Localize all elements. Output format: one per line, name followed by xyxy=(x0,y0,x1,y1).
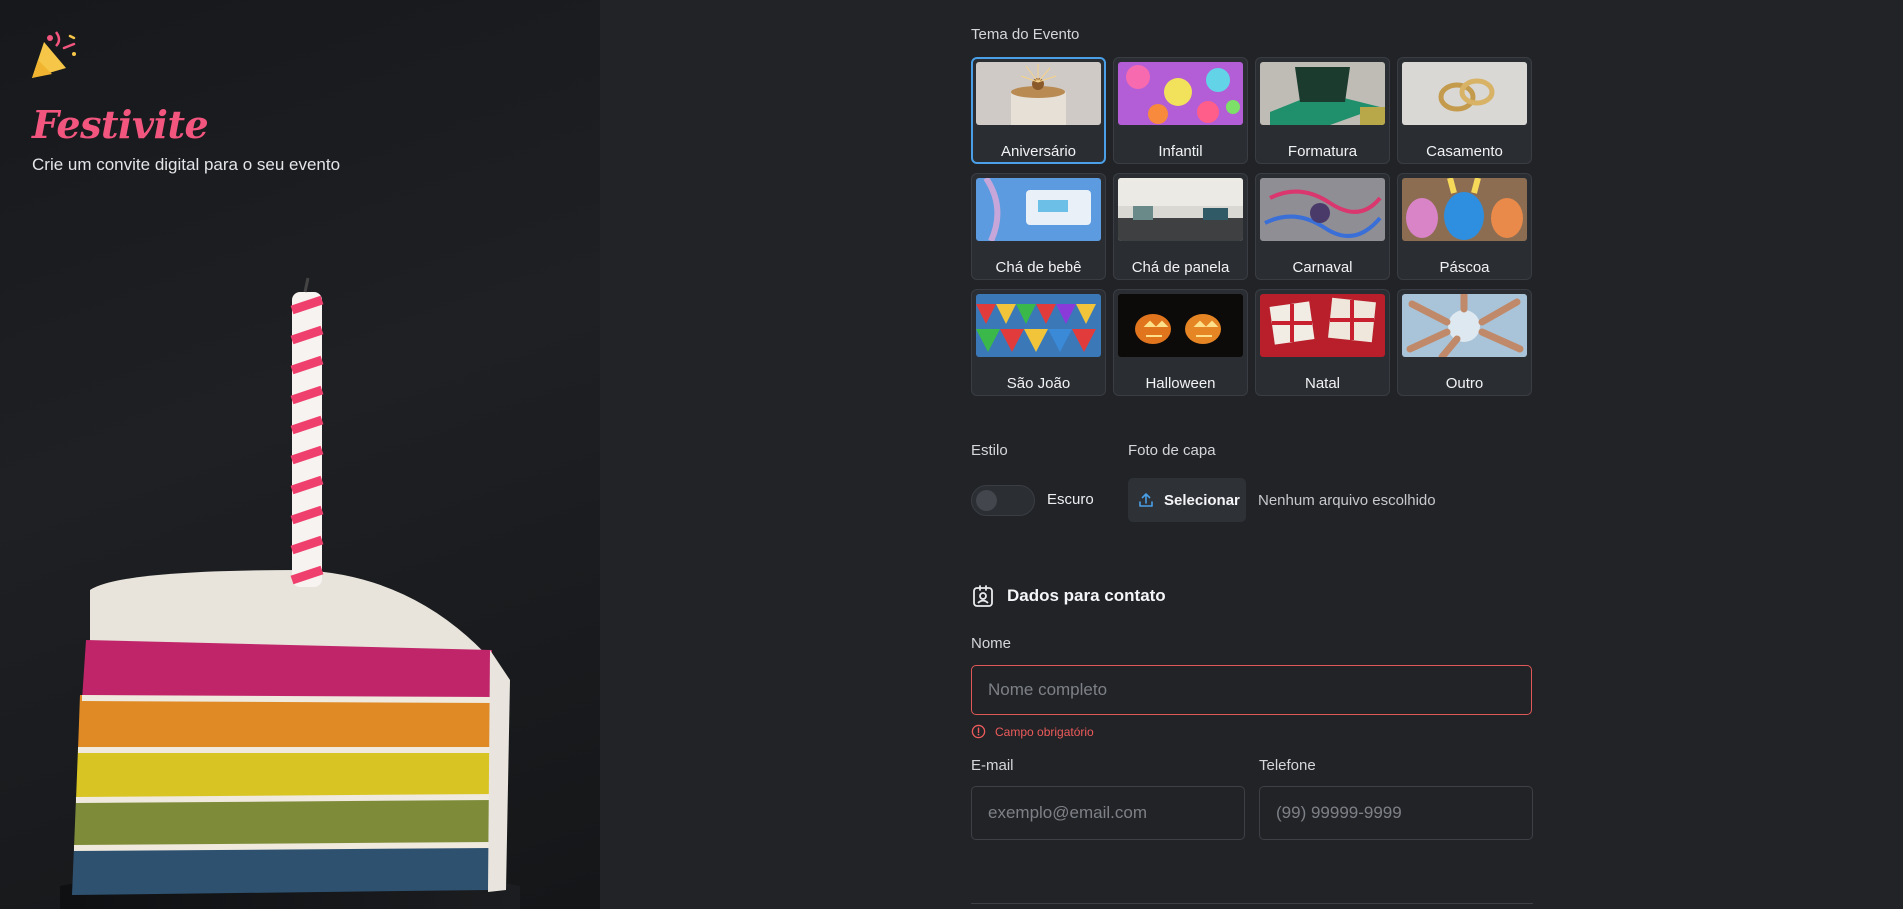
theme-card-infantil[interactable]: Infantil xyxy=(1113,57,1248,164)
email-label: E-mail xyxy=(971,757,1014,774)
style-label: Estilo xyxy=(971,442,1008,459)
form-panel: Tema do Evento Aniversário Infantil Form… xyxy=(600,0,1903,909)
dark-style-toggle[interactable] xyxy=(971,485,1035,516)
theme-label: Tema do Evento xyxy=(971,26,1080,43)
theme-thumbnail xyxy=(976,176,1101,243)
theme-thumbnail xyxy=(1402,290,1527,361)
theme-card-label: Infantil xyxy=(1158,143,1203,160)
contact-section-title: Dados para contato xyxy=(1007,586,1166,605)
theme-thumbnail xyxy=(976,62,1101,125)
theme-thumbnail xyxy=(1118,178,1243,241)
theme-card-label: Halloween xyxy=(1145,375,1216,392)
theme-grid: Aniversário Infantil Formatura Casamento… xyxy=(971,57,1533,396)
theme-card-carnaval[interactable]: Carnaval xyxy=(1255,173,1390,280)
party-popper-icon xyxy=(32,31,76,78)
theme-card-label: Outro xyxy=(1445,375,1484,392)
theme-thumbnail xyxy=(1118,62,1243,125)
toggle-knob xyxy=(976,490,997,511)
no-file-text: Nenhum arquivo escolhido xyxy=(1258,492,1436,509)
name-error-message: Campo obrigatório xyxy=(995,725,1094,739)
theme-card-label: Formatura xyxy=(1287,143,1358,160)
theme-card-sao-joao[interactable]: São João xyxy=(971,289,1106,396)
theme-card-natal[interactable]: Natal xyxy=(1255,289,1390,396)
theme-card-label: Páscoa xyxy=(1439,259,1490,276)
theme-card-cha-de-panela[interactable]: Chá de panela xyxy=(1113,173,1248,280)
select-cover-photo-button[interactable]: Selecionar xyxy=(1128,478,1246,522)
theme-thumbnail xyxy=(1402,177,1527,241)
contact-card-icon xyxy=(973,585,993,607)
brand-name: Festivite xyxy=(32,102,209,147)
name-label: Nome xyxy=(971,635,1012,652)
theme-card-label: Natal xyxy=(1304,375,1341,392)
brand-tagline: Crie um convite digital para o seu event… xyxy=(32,155,341,174)
theme-card-formatura[interactable]: Formatura xyxy=(1255,57,1390,164)
theme-card-pascoa[interactable]: Páscoa xyxy=(1397,173,1532,280)
theme-thumbnail xyxy=(1260,62,1385,125)
cover-photo-label: Foto de capa xyxy=(1128,442,1216,459)
select-cover-photo-label: Selecionar xyxy=(1164,491,1240,509)
theme-card-cha-de-bebe[interactable]: Chá de bebê xyxy=(971,173,1106,280)
phone-input[interactable] xyxy=(1259,786,1533,840)
theme-card-label: São João xyxy=(1006,375,1071,392)
upload-icon xyxy=(1139,493,1153,507)
rainbow-cake-image xyxy=(60,277,520,909)
theme-card-halloween[interactable]: Halloween xyxy=(1113,289,1248,396)
theme-card-label: Carnaval xyxy=(1292,259,1353,276)
hero-panel: Festivite Crie um convite digital para o… xyxy=(0,0,600,909)
theme-card-label: Casamento xyxy=(1426,143,1503,160)
theme-card-label: Chá de bebê xyxy=(995,259,1082,276)
theme-card-label: Chá de panela xyxy=(1131,259,1230,276)
theme-card-label: Aniversário xyxy=(1000,143,1077,160)
theme-card-casamento[interactable]: Casamento xyxy=(1397,57,1532,164)
theme-thumbnail xyxy=(1118,294,1243,357)
section-divider xyxy=(971,903,1533,904)
name-input[interactable] xyxy=(971,665,1532,715)
theme-thumbnail xyxy=(976,294,1101,357)
error-icon xyxy=(971,724,986,739)
theme-thumbnail xyxy=(1260,294,1385,357)
dark-style-toggle-label: Escuro xyxy=(1047,491,1094,508)
phone-label: Telefone xyxy=(1259,757,1316,774)
theme-thumbnail xyxy=(1260,178,1385,241)
theme-thumbnail xyxy=(1402,62,1527,125)
theme-card-aniversario[interactable]: Aniversário xyxy=(971,57,1106,164)
email-input[interactable] xyxy=(971,786,1245,840)
theme-card-outro[interactable]: Outro xyxy=(1397,289,1532,396)
